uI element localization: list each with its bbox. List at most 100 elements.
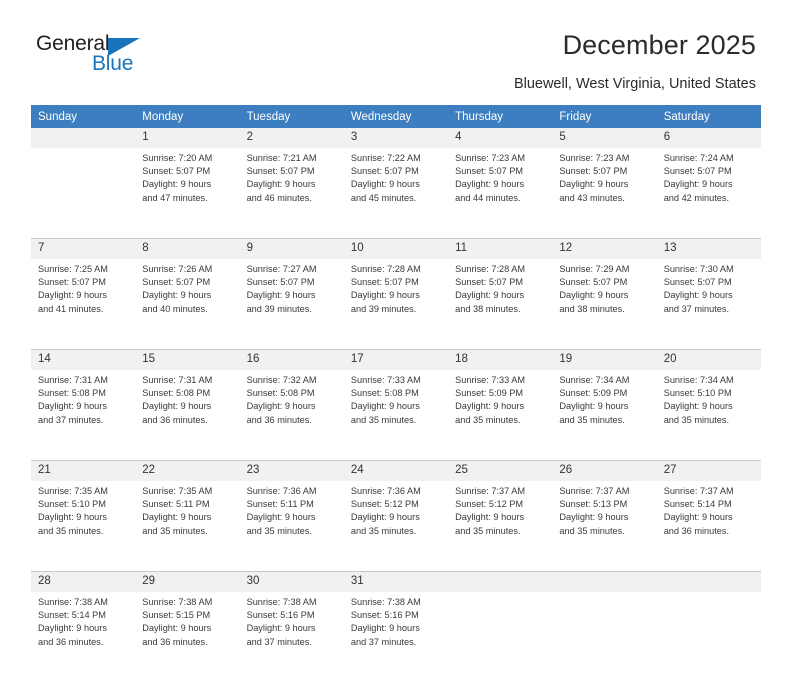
brand-logo[interactable]: General Blue (36, 32, 156, 82)
day-cell[interactable]: Sunrise: 7:26 AM Sunset: 5:07 PM Daylight:… (135, 259, 239, 349)
day-info-line: Sunrise: 7:35 AM (38, 486, 108, 496)
day-cell[interactable]: Sunrise: 7:33 AM Sunset: 5:08 PM Daylight:… (344, 370, 448, 460)
day-number[interactable]: 22 (135, 461, 240, 481)
day-cell[interactable]: Sunrise: 7:27 AM Sunset: 5:07 PM Daylight:… (240, 259, 344, 349)
day-number[interactable]: 31 (343, 572, 449, 592)
day-info-line: Sunset: 5:09 PM (559, 388, 628, 399)
day-info-line: and 35 minutes. (455, 414, 521, 425)
day-cell[interactable]: Sunrise: 7:38 AM Sunset: 5:16 PM Daylight:… (240, 592, 344, 682)
day-number[interactable]: 20 (656, 350, 761, 370)
day-cell[interactable]: Sunrise: 7:30 AM Sunset: 5:07 PM Daylight:… (657, 259, 761, 349)
day-cell[interactable]: Sunrise: 7:38 AM Sunset: 5:15 PM Daylight:… (135, 592, 239, 682)
day-cell[interactable]: Sunrise: 7:37 AM Sunset: 5:12 PM Daylight:… (448, 481, 552, 571)
day-number[interactable]: 28 (31, 572, 136, 592)
day-info-line: Sunset: 5:08 PM (38, 388, 106, 399)
day-number[interactable]: 19 (552, 350, 657, 370)
day-cell[interactable]: Sunrise: 7:29 AM Sunset: 5:07 PM Daylight:… (552, 259, 656, 349)
day-info-line: Daylight: 9 hours (246, 290, 316, 301)
day-number[interactable]: 11 (448, 239, 553, 259)
day-info-line: Sunrise: 7:37 AM (559, 486, 630, 496)
day-cell[interactable]: Sunrise: 7:35 AM Sunset: 5:10 PM Daylight:… (31, 481, 135, 571)
day-info-line: and 39 minutes. (350, 303, 417, 314)
day-number[interactable]: 4 (448, 128, 553, 148)
day-info: Sunrise: 7:34 AM Sunset: 5:09 PM Daylight:… (552, 370, 656, 427)
calendar-table: Sunday Monday Tuesday Wednesday Thursday Frid… (31, 105, 761, 682)
day-cell[interactable]: Sunrise: 7:21 AM Sunset: 5:07 PM Daylight:… (240, 148, 344, 238)
day-number[interactable]: 27 (656, 461, 761, 481)
day-number[interactable]: 1 (135, 128, 240, 148)
day-number[interactable]: 29 (135, 572, 240, 592)
day-cell[interactable]: Sunrise: 7:35 AM Sunset: 5:11 PM Daylight:… (135, 481, 239, 571)
day-info-line: Sunset: 5:08 PM (142, 388, 211, 399)
calendar-header-row: Sunday Monday Tuesday Wednesday Thursday Frid… (31, 105, 761, 128)
day-info-line: Sunrise: 7:23 AM (559, 153, 630, 163)
day-cell[interactable]: Sunrise: 7:33 AM Sunset: 5:09 PM Daylight:… (448, 370, 552, 460)
day-number[interactable]: 7 (31, 239, 136, 259)
day-cell[interactable]: Sunrise: 7:32 AM Sunset: 5:08 PM Daylight:… (240, 370, 344, 460)
day-cell[interactable]: Sunrise: 7:23 AM Sunset: 5:07 PM Daylight:… (448, 148, 552, 238)
day-info-line: Sunrise: 7:21 AM (246, 153, 317, 163)
day-info-line: Daylight: 9 hours (663, 179, 733, 190)
day-cell[interactable]: Sunrise: 7:36 AM Sunset: 5:12 PM Daylight:… (344, 481, 448, 571)
day-cell[interactable]: Sunrise: 7:38 AM Sunset: 5:16 PM Daylight:… (344, 592, 448, 682)
day-number[interactable]: 3 (343, 128, 449, 148)
day-number[interactable]: 5 (552, 128, 657, 148)
day-info-line: and 37 minutes. (246, 636, 312, 647)
day-cell[interactable]: Sunrise: 7:38 AM Sunset: 5:14 PM Daylight:… (31, 592, 135, 682)
day-cell[interactable]: Sunrise: 7:25 AM Sunset: 5:07 PM Daylight:… (31, 259, 135, 349)
day-info: Sunrise: 7:33 AM Sunset: 5:09 PM Daylight:… (448, 370, 552, 427)
day-number[interactable]: 2 (239, 128, 344, 148)
day-info-line: Sunrise: 7:29 AM (559, 264, 630, 274)
day-number[interactable]: 8 (135, 239, 240, 259)
day-number[interactable]: 15 (135, 350, 240, 370)
day-cell[interactable]: Sunrise: 7:23 AM Sunset: 5:07 PM Daylight:… (552, 148, 656, 238)
day-info: Sunrise: 7:35 AM Sunset: 5:11 PM Daylight:… (135, 481, 239, 538)
day-cell[interactable]: Sunrise: 7:20 AM Sunset: 5:07 PM Daylight:… (135, 148, 239, 238)
day-cell[interactable]: Sunrise: 7:28 AM Sunset: 5:07 PM Daylight:… (448, 259, 552, 349)
day-cell[interactable]: Sunrise: 7:24 AM Sunset: 5:07 PM Daylight:… (657, 148, 761, 238)
page-subtitle: Bluewell, West Virginia, United States (513, 76, 756, 92)
day-info: Sunrise: 7:37 AM Sunset: 5:12 PM Daylight:… (448, 481, 552, 538)
day-info: Sunrise: 7:24 AM Sunset: 5:07 PM Daylight:… (657, 148, 761, 205)
day-number[interactable]: 14 (31, 350, 136, 370)
day-info-line: Sunrise: 7:27 AM (246, 264, 317, 274)
day-number[interactable]: 23 (239, 461, 344, 481)
day-number-empty (656, 572, 761, 592)
day-number[interactable]: 6 (656, 128, 761, 148)
day-info-line: Sunset: 5:12 PM (350, 499, 419, 510)
day-number[interactable]: 17 (343, 350, 449, 370)
weekday-header-thursday: Thursday (448, 105, 553, 128)
day-number[interactable]: 10 (343, 239, 449, 259)
day-number[interactable]: 12 (552, 239, 657, 259)
day-number[interactable]: 24 (343, 461, 449, 481)
day-cell[interactable]: Sunrise: 7:36 AM Sunset: 5:11 PM Daylight:… (240, 481, 344, 571)
day-number[interactable]: 16 (239, 350, 344, 370)
day-cell[interactable]: Sunrise: 7:22 AM Sunset: 5:07 PM Daylight:… (344, 148, 448, 238)
day-cell[interactable]: Sunrise: 7:37 AM Sunset: 5:14 PM Daylight:… (657, 481, 761, 571)
day-info: Sunrise: 7:36 AM Sunset: 5:11 PM Daylight:… (240, 481, 344, 538)
day-number[interactable]: 21 (31, 461, 136, 481)
weekday-header-monday: Monday (135, 105, 240, 128)
day-info-line: Sunrise: 7:31 AM (38, 375, 108, 385)
day-cell[interactable]: Sunrise: 7:31 AM Sunset: 5:08 PM Daylight:… (135, 370, 239, 460)
day-info: Sunrise: 7:30 AM Sunset: 5:07 PM Daylight:… (657, 259, 761, 316)
weekday-header-sunday: Sunday (31, 105, 136, 128)
day-cell[interactable]: Sunrise: 7:28 AM Sunset: 5:07 PM Daylight:… (344, 259, 448, 349)
day-info-line: Daylight: 9 hours (559, 179, 629, 190)
day-number[interactable]: 25 (448, 461, 553, 481)
day-info-line: Sunset: 5:07 PM (559, 166, 628, 177)
day-number[interactable]: 9 (239, 239, 344, 259)
day-info-line: Sunset: 5:07 PM (142, 166, 211, 177)
day-info-line: Sunset: 5:07 PM (350, 166, 419, 177)
day-number[interactable]: 30 (239, 572, 344, 592)
day-number[interactable]: 13 (656, 239, 761, 259)
day-number-empty (448, 572, 553, 592)
day-number[interactable]: 26 (552, 461, 657, 481)
day-info-line: Daylight: 9 hours (559, 512, 629, 523)
day-cell[interactable]: Sunrise: 7:34 AM Sunset: 5:09 PM Daylight:… (552, 370, 656, 460)
day-number[interactable]: 18 (448, 350, 553, 370)
day-cell[interactable]: Sunrise: 7:34 AM Sunset: 5:10 PM Daylight:… (657, 370, 761, 460)
day-cell[interactable]: Sunrise: 7:37 AM Sunset: 5:13 PM Daylight:… (552, 481, 656, 571)
day-info-line: Sunrise: 7:38 AM (38, 597, 108, 607)
day-cell[interactable]: Sunrise: 7:31 AM Sunset: 5:08 PM Daylight:… (31, 370, 135, 460)
